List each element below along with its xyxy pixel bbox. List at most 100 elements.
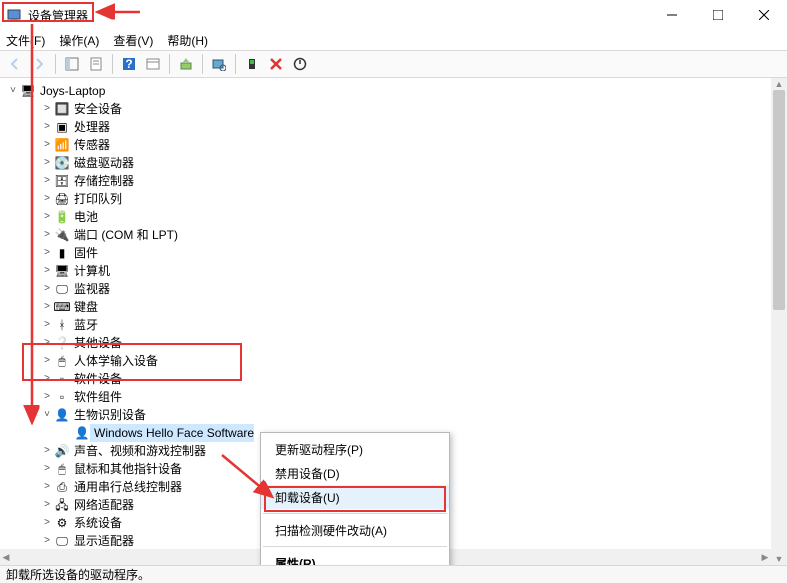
maximize-button[interactable] — [695, 0, 741, 30]
expand-icon[interactable]: > — [40, 460, 54, 478]
chip-icon: 🔲 — [54, 101, 70, 117]
expand-icon[interactable]: > — [40, 496, 54, 514]
expand-icon[interactable]: > — [40, 100, 54, 118]
menu-view[interactable]: 查看(V) — [113, 32, 153, 49]
toolbar-update-driver-button[interactable] — [175, 53, 197, 75]
expand-icon[interactable]: > — [40, 388, 54, 406]
context-disable[interactable]: 禁用设备(D) — [261, 461, 449, 485]
tree-item[interactable]: >🖱人体学输入设备 — [0, 352, 771, 370]
expand-icon[interactable]: > — [40, 262, 54, 280]
tree-item[interactable]: >▣处理器 — [0, 118, 771, 136]
back-button[interactable] — [4, 53, 26, 75]
tree-item[interactable]: >⌨键盘 — [0, 298, 771, 316]
tree-item[interactable]: >▫软件组件 — [0, 388, 771, 406]
mouse-icon: 🖱 — [54, 461, 70, 477]
expand-icon[interactable]: > — [40, 136, 54, 154]
tree-root-label: Joys-Laptop — [36, 82, 105, 100]
toolbar-disable-button[interactable] — [289, 53, 311, 75]
toolbar: ? — [0, 50, 787, 78]
tree-item[interactable]: >❔其他设备 — [0, 334, 771, 352]
cpu-icon: ▣ — [54, 119, 70, 135]
tree-item[interactable]: >🔲安全设备 — [0, 100, 771, 118]
expand-icon[interactable]: > — [40, 244, 54, 262]
expand-icon[interactable]: > — [40, 298, 54, 316]
menu-action[interactable]: 操作(A) — [59, 32, 99, 49]
expand-icon[interactable]: > — [40, 226, 54, 244]
toolbar-uninstall-button[interactable] — [265, 53, 287, 75]
minimize-button[interactable] — [649, 0, 695, 30]
expand-icon[interactable]: > — [40, 280, 54, 298]
scrollbar-thumb[interactable] — [773, 90, 785, 310]
tree-item-label: 人体学输入设备 — [70, 352, 158, 370]
sensor-icon: 📶 — [54, 137, 70, 153]
status-text: 卸载所选设备的驱动程序。 — [6, 566, 150, 583]
tree-item-label: 存储控制器 — [70, 172, 134, 190]
toolbar-show-hidden-button[interactable] — [61, 53, 83, 75]
expand-icon[interactable]: > — [40, 334, 54, 352]
context-menu: 更新驱动程序(P) 禁用设备(D) 卸载设备(U) 扫描检测硬件改动(A) 属性… — [260, 432, 450, 580]
close-button[interactable] — [741, 0, 787, 30]
network-icon: 🖧 — [54, 497, 70, 513]
expand-icon[interactable]: > — [40, 532, 54, 550]
forward-button[interactable] — [28, 53, 50, 75]
expand-icon[interactable]: > — [40, 154, 54, 172]
menu-file[interactable]: 文件(F) — [6, 32, 45, 49]
toolbar-help-button[interactable]: ? — [118, 53, 140, 75]
usb-icon: ⎙ — [54, 479, 70, 495]
expand-icon[interactable]: > — [40, 352, 54, 370]
expand-icon[interactable]: > — [40, 370, 54, 388]
tree-item[interactable]: >ᚼ蓝牙 — [0, 316, 771, 334]
context-update-driver[interactable]: 更新驱动程序(P) — [261, 437, 449, 461]
toolbar-details-button[interactable] — [142, 53, 164, 75]
app-icon — [6, 7, 22, 23]
tree-item[interactable]: >🔋电池 — [0, 208, 771, 226]
tree-item[interactable]: >📶传感器 — [0, 136, 771, 154]
expand-icon[interactable]: > — [40, 478, 54, 496]
statusbar: 卸载所选设备的驱动程序。 — [0, 565, 787, 583]
window-title: 设备管理器 — [28, 7, 88, 24]
tree-item-label: 通用串行总线控制器 — [70, 478, 182, 496]
tree-item[interactable]: ˅👤生物识别设备 — [0, 406, 771, 424]
display-icon: 🖵 — [54, 533, 70, 549]
menu-help[interactable]: 帮助(H) — [167, 32, 208, 49]
keyboard-icon: ⌨ — [54, 299, 70, 315]
tree-item-label: 生物识别设备 — [70, 406, 146, 424]
svg-text:?: ? — [125, 57, 132, 71]
tree-item[interactable]: >🗄存储控制器 — [0, 172, 771, 190]
expand-icon[interactable]: > — [40, 514, 54, 532]
toolbar-scan-button[interactable] — [208, 53, 230, 75]
tree-item-label: 监视器 — [70, 280, 110, 298]
toolbar-properties-button[interactable] — [85, 53, 107, 75]
tree-item[interactable]: >▮固件 — [0, 244, 771, 262]
titlebar: 设备管理器 — [0, 0, 787, 30]
bluetooth-icon: ᚼ — [54, 317, 70, 333]
expand-icon[interactable]: > — [40, 208, 54, 226]
expand-icon[interactable]: > — [40, 316, 54, 334]
toolbar-enable-button[interactable] — [241, 53, 263, 75]
bio-icon: 👤 — [54, 407, 70, 423]
collapse-icon[interactable]: ˅ — [6, 82, 20, 100]
tree-item[interactable]: >🖥计算机 — [0, 262, 771, 280]
tree-item[interactable]: >🖵监视器 — [0, 280, 771, 298]
expand-icon[interactable]: > — [40, 190, 54, 208]
port-icon: 🔌 — [54, 227, 70, 243]
vertical-scrollbar[interactable]: ▲ ▼ — [771, 78, 787, 565]
context-uninstall[interactable]: 卸载设备(U) — [261, 485, 449, 509]
tree-item-label: 打印队列 — [70, 190, 122, 208]
tree-item-label: 其他设备 — [70, 334, 122, 352]
context-separator — [263, 546, 447, 547]
expand-icon[interactable]: > — [40, 172, 54, 190]
tree-root[interactable]: ˅🖥Joys-Laptop — [0, 82, 771, 100]
tree-item[interactable]: >▫软件设备 — [0, 370, 771, 388]
tree-item[interactable]: >🔌端口 (COM 和 LPT) — [0, 226, 771, 244]
expand-icon[interactable]: > — [40, 118, 54, 136]
tree-item-label: 磁盘驱动器 — [70, 154, 134, 172]
expand-icon[interactable]: > — [40, 442, 54, 460]
collapse-icon[interactable]: ˅ — [40, 406, 54, 424]
tree-item[interactable]: >🖨打印队列 — [0, 190, 771, 208]
context-scan[interactable]: 扫描检测硬件改动(A) — [261, 518, 449, 542]
tree-item[interactable]: >💽磁盘驱动器 — [0, 154, 771, 172]
monitor-icon: 🖵 — [54, 281, 70, 297]
tree-item-label: 网络适配器 — [70, 496, 134, 514]
tree-item-label: 传感器 — [70, 136, 110, 154]
